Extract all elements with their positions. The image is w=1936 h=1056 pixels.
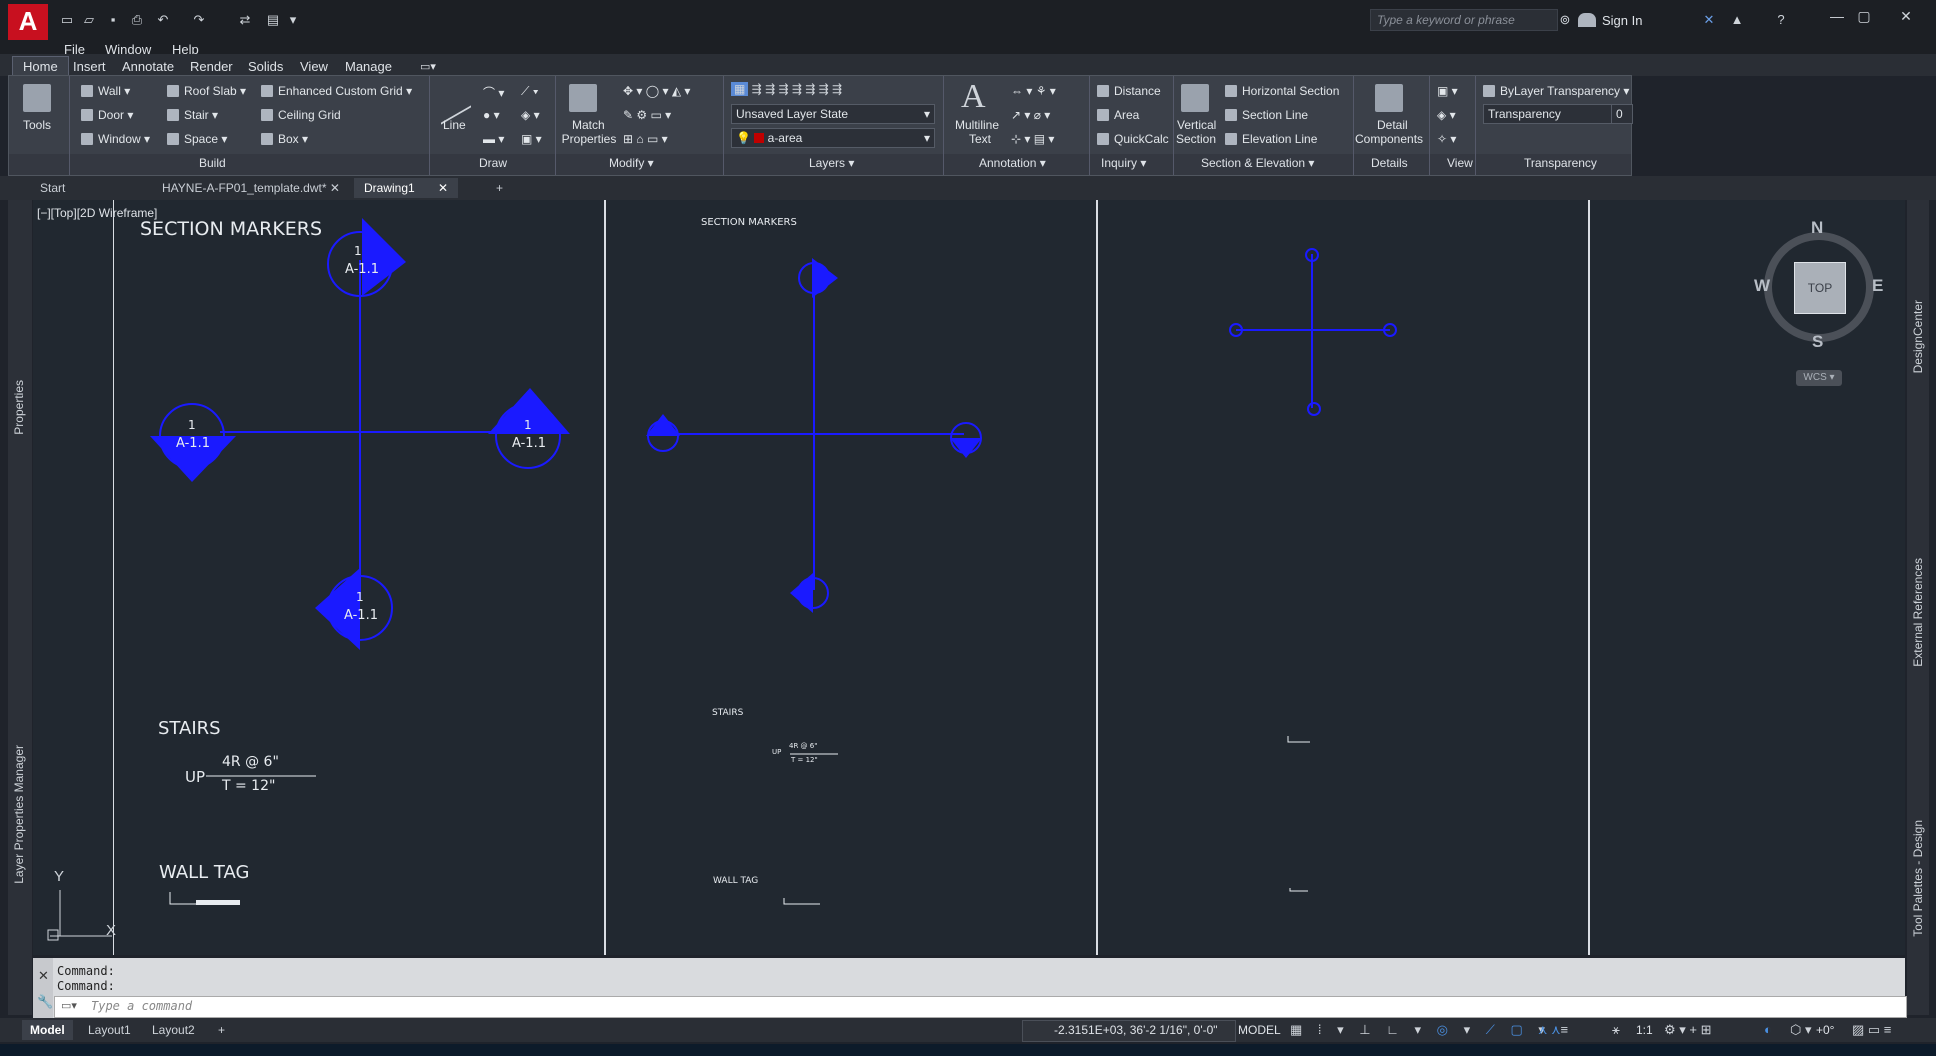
- marker-sheet: A-1.1: [176, 436, 210, 451]
- wcs-menu[interactable]: WCS ▾: [1796, 370, 1842, 386]
- viewcube[interactable]: TOP N S E W: [1754, 218, 1883, 351]
- ucs-y-label: Y: [54, 868, 65, 885]
- section-markers-heading: SECTION MARKERS: [140, 218, 323, 240]
- marker-number: 1: [356, 590, 364, 604]
- stairs-heading: STAIRS: [158, 718, 221, 739]
- status-bar: Model Layout1 Layout2 + -2.3151E+03, 36'…: [0, 1018, 1936, 1042]
- marker-arrow: [646, 414, 680, 436]
- drawing-svg: [47, 218, 1397, 941]
- marker-sheet: A-1.1: [344, 608, 378, 623]
- wall-tag-symbol-tiny: [1289, 888, 1308, 892]
- section-marker-tiny[interactable]: [1307, 402, 1321, 416]
- marker-sheet: A-1.1: [345, 262, 379, 277]
- command-history-line: Command:: [57, 979, 115, 993]
- annotation-scale-icon[interactable]: ⋏ ⋏: [1538, 1022, 1561, 1038]
- stair-up-label-medium: UP: [772, 748, 782, 756]
- command-input[interactable]: ▭▾ Type a command: [54, 996, 1907, 1018]
- wall-tag-heading: WALL TAG: [159, 862, 250, 883]
- marker-number: 1: [354, 244, 362, 258]
- hardware-acceleration-icon[interactable]: ⬡ ▾: [1790, 1022, 1812, 1038]
- workspace-gear-icon[interactable]: ⚙ ▾ + ⊞: [1664, 1022, 1712, 1038]
- wrench-icon[interactable]: 🔧: [37, 994, 53, 1010]
- coordinate-readout[interactable]: -2.3151E+03, 36'-2 1/16", 0'-0": [1054, 1023, 1218, 1037]
- annotation-scale[interactable]: 1:1: [1636, 1023, 1653, 1037]
- stair-up-label: UP: [185, 768, 206, 786]
- stair-riser-label: 4R @ 6": [222, 754, 279, 770]
- ucs-origin: [47, 929, 59, 941]
- section-markers-heading-medium: SECTION MARKERS: [701, 217, 797, 228]
- clean-screen-icon[interactable]: ▨ ▭ ≡: [1852, 1022, 1891, 1038]
- close-icon[interactable]: ✕: [38, 968, 49, 984]
- elevation-offset[interactable]: +0°: [1816, 1023, 1834, 1037]
- marker-arrow: [812, 258, 838, 298]
- layout-tab-layout1[interactable]: Layout1: [80, 1020, 139, 1040]
- isolate-icon[interactable]: ◐: [1764, 1022, 1772, 1037]
- wcs-label: WCS: [1803, 372, 1827, 383]
- marker-arrow: [790, 573, 813, 613]
- viewcube-west[interactable]: W: [1754, 276, 1770, 296]
- model-space-toggle[interactable]: MODEL: [1238, 1023, 1281, 1037]
- marker-number: 1: [524, 418, 532, 432]
- wall-tag-bar: [196, 900, 240, 905]
- command-placeholder: Type a command: [91, 999, 193, 1013]
- stair-riser-label-medium: 4R @ 6": [789, 742, 818, 750]
- command-history-line: Command:: [57, 964, 115, 978]
- stair-tread-label-medium: T = 12": [791, 756, 818, 764]
- marker-sheet: A-1.1: [512, 436, 546, 451]
- ucs-x-label: X: [106, 922, 117, 939]
- layout-tab-layout2[interactable]: Layout2: [144, 1020, 203, 1040]
- command-prompt-icon[interactable]: ▭▾: [61, 999, 77, 1012]
- layout-tab-model[interactable]: Model: [22, 1020, 73, 1040]
- marker-number: 1: [188, 418, 196, 432]
- stair-tread-label: T = 12": [222, 778, 276, 794]
- os-taskbar: [0, 1044, 1936, 1056]
- stairs-heading-medium: STAIRS: [712, 708, 744, 718]
- wall-tag-symbol: [783, 898, 820, 905]
- wall-tag-heading-medium: WALL TAG: [713, 876, 759, 886]
- stair-symbol-tiny: [1287, 736, 1310, 743]
- add-layout-button[interactable]: +: [210, 1020, 233, 1040]
- viewcube-top-face[interactable]: TOP: [1794, 262, 1846, 314]
- annotation-visibility-icon[interactable]: ⚹: [1612, 1022, 1620, 1038]
- drafting-toggles[interactable]: ▦ ⁞ ▾ ⊥ ∟ ▾ ◎ ▾ ⟋ ▢ ▾ ≡: [1290, 1022, 1574, 1038]
- viewcube-south[interactable]: S: [1812, 332, 1823, 352]
- viewcube-north[interactable]: N: [1811, 218, 1823, 238]
- viewcube-east[interactable]: E: [1872, 276, 1883, 296]
